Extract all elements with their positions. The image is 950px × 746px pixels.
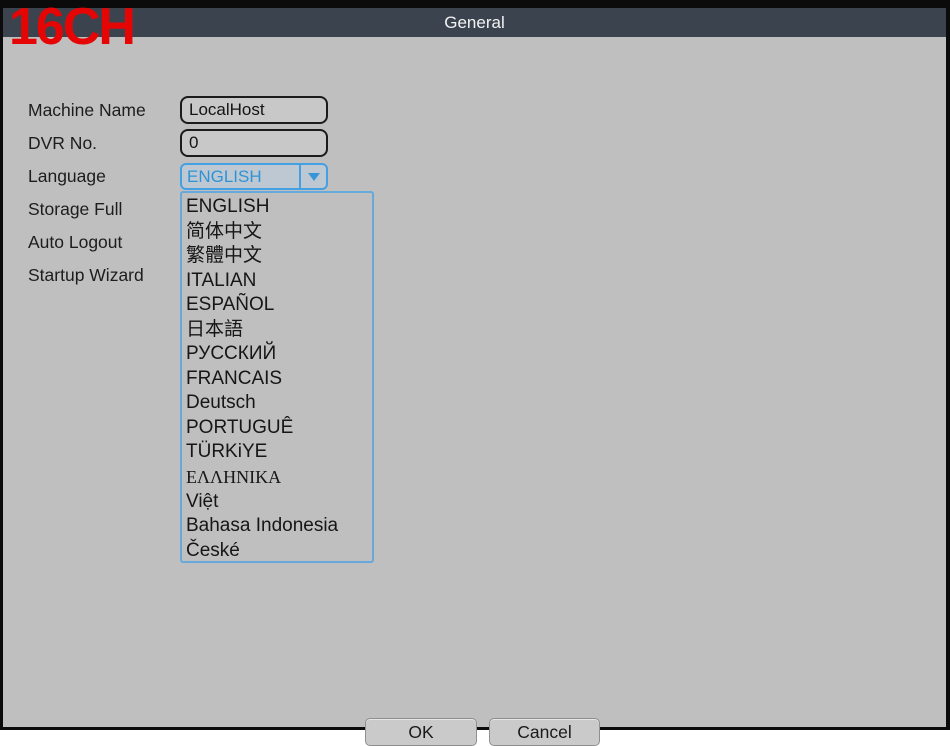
storage-full-label: Storage Full	[28, 198, 122, 220]
language-option-deutsch[interactable]: Deutsch	[186, 391, 372, 416]
language-option-greek[interactable]: ΕΛΛΗΝΙΚΑ	[186, 465, 372, 490]
dvr-no-label: DVR No.	[28, 132, 97, 154]
language-option-english[interactable]: ENGLISH	[186, 195, 372, 220]
language-label: Language	[28, 165, 106, 187]
language-option-zh-hant[interactable]: 繁體中文	[186, 244, 372, 269]
machine-name-label: Machine Name	[28, 99, 146, 121]
language-option-portugues[interactable]: PORTUGUÊ	[186, 416, 372, 441]
language-select[interactable]: ENGLISH	[180, 163, 328, 190]
language-option-bahasa[interactable]: Bahasa Indonesia	[186, 514, 372, 539]
language-option-ceske[interactable]: České	[186, 539, 372, 563]
page-title: General	[444, 13, 504, 33]
dvr-no-input[interactable]	[180, 129, 328, 157]
machine-name-input[interactable]	[180, 96, 328, 124]
language-option-viet[interactable]: Việt	[186, 490, 372, 515]
language-option-italian[interactable]: ITALIAN	[186, 269, 372, 294]
language-dropdown-list: ENGLISH 简体中文 繁體中文 ITALIAN ESPAÑOL 日本語 РУ…	[180, 191, 374, 563]
startup-wizard-label: Startup Wizard	[28, 264, 144, 286]
language-dropdown-button[interactable]	[299, 165, 326, 188]
cancel-button[interactable]: Cancel	[489, 718, 600, 746]
channel-count-watermark: 16CH	[9, 1, 134, 53]
language-option-espanol[interactable]: ESPAÑOL	[186, 293, 372, 318]
general-settings-panel: Machine Name DVR No. Language Storage Fu…	[3, 37, 946, 727]
language-selected-value: ENGLISH	[187, 166, 262, 187]
language-option-russian[interactable]: РУССКИЙ	[186, 342, 372, 367]
language-option-francais[interactable]: FRANCAIS	[186, 367, 372, 392]
language-option-turkiye[interactable]: TÜRKiYE	[186, 440, 372, 465]
title-bar: General	[3, 8, 946, 37]
chevron-down-icon	[308, 173, 320, 181]
language-option-zh-hans[interactable]: 简体中文	[186, 220, 372, 245]
language-option-japanese[interactable]: 日本語	[186, 318, 372, 343]
ok-button[interactable]: OK	[365, 718, 477, 746]
window-frame: General Machine Name DVR No. Language St…	[0, 0, 950, 730]
auto-logout-label: Auto Logout	[28, 231, 122, 253]
